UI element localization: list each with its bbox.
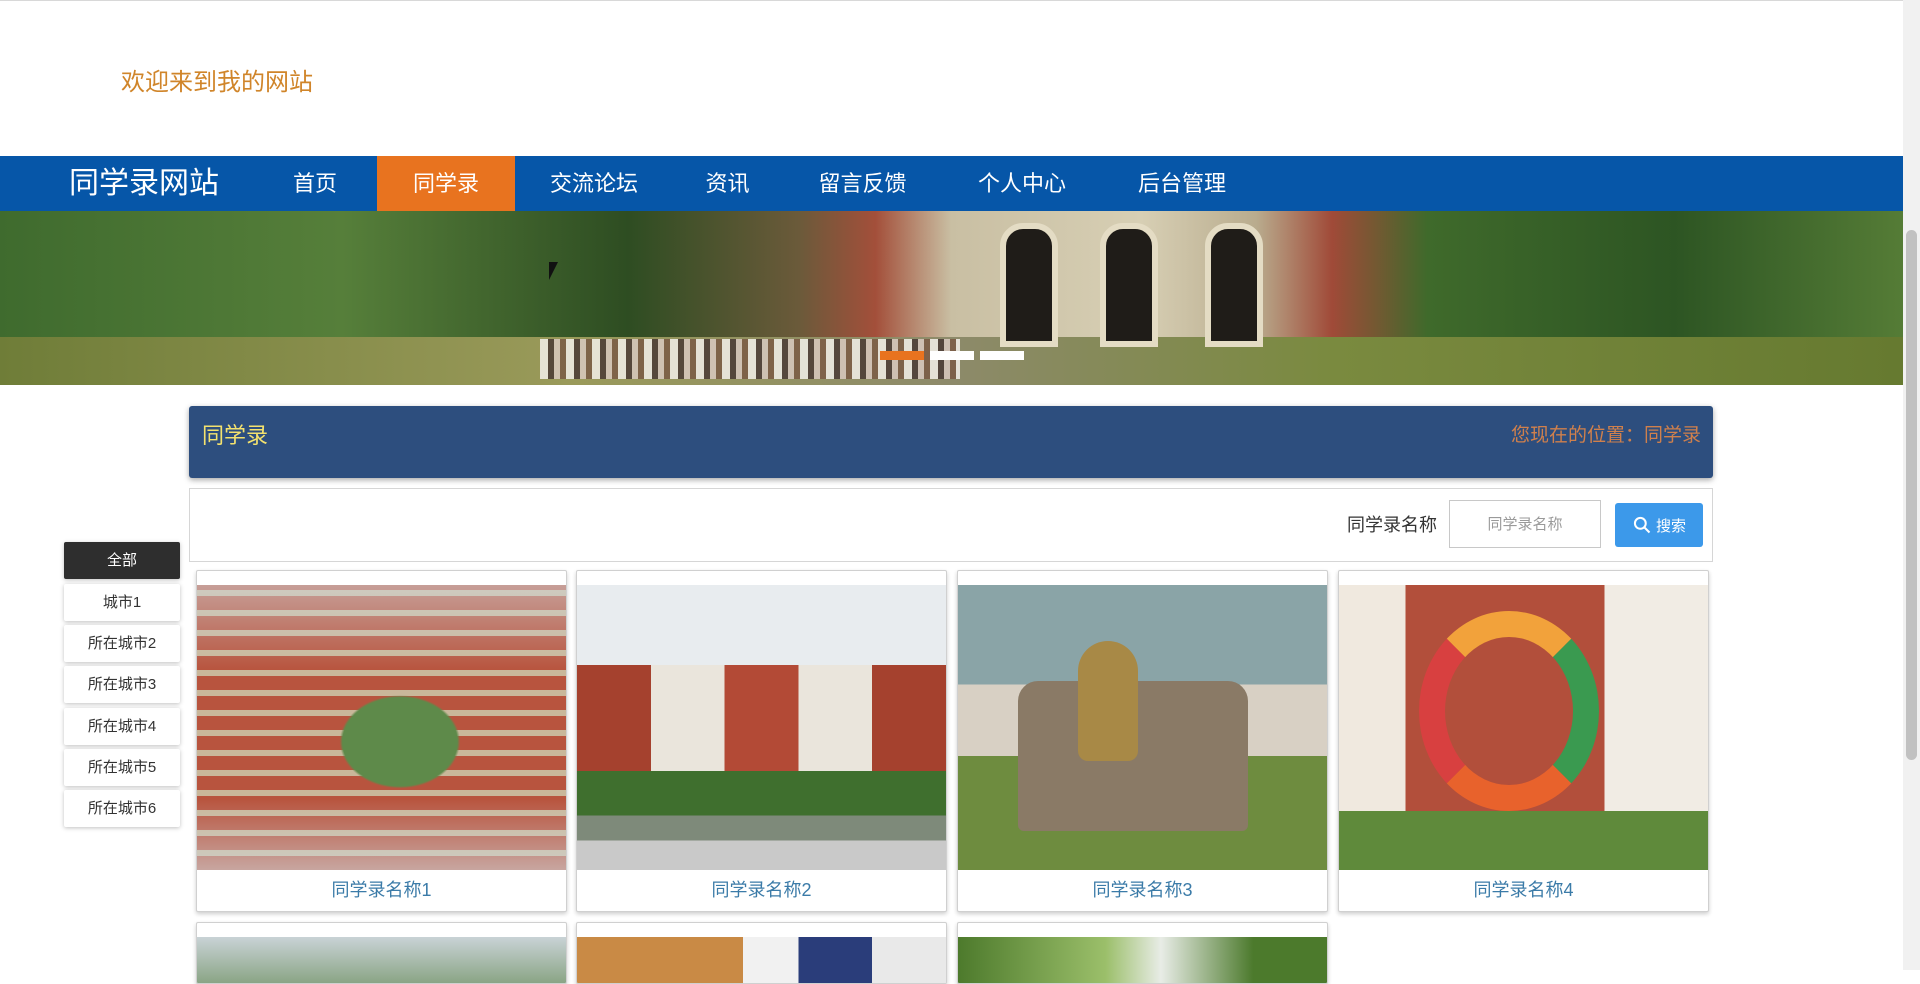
filter-city-4[interactable]: 所在城市4 (64, 708, 180, 745)
search-panel: 同学录名称 搜索 (189, 488, 1713, 562)
site-brand[interactable]: 同学录网站 (69, 156, 219, 211)
search-button[interactable]: 搜索 (1615, 503, 1703, 547)
banner-carousel[interactable] (0, 211, 1903, 385)
carousel-dot-1[interactable] (880, 351, 924, 360)
nav-item-feedback[interactable]: 留言反馈 (805, 156, 920, 211)
search-input[interactable] (1449, 500, 1601, 548)
filter-all[interactable]: 全部 (64, 542, 180, 579)
card-image-haze (197, 585, 566, 870)
mouse-cursor-icon (549, 262, 558, 280)
card-image (958, 937, 1327, 983)
carousel-dot-3[interactable] (980, 351, 1024, 360)
classmate-card[interactable]: 同学录名称1 (196, 570, 567, 912)
card-image-sculpture (1419, 611, 1599, 811)
filter-city-1[interactable]: 城市1 (64, 584, 180, 621)
scrollbar-thumb[interactable] (1906, 230, 1917, 760)
card-image (197, 937, 566, 983)
nav-item-forum[interactable]: 交流论坛 (535, 156, 653, 211)
banner-arch (1000, 223, 1058, 347)
nav-item-classmates[interactable]: 同学录 (377, 156, 515, 211)
nav-item-admin[interactable]: 后台管理 (1123, 156, 1241, 211)
main-nav: 同学录网站 首页 同学录 交流论坛 资讯 留言反馈 个人中心 后台管理 (0, 156, 1903, 211)
nav-item-home[interactable]: 首页 (270, 156, 360, 211)
page-title: 同学录 (202, 423, 269, 448)
card-image-figure (1078, 641, 1138, 761)
card-image-ground (577, 771, 946, 870)
classmate-card[interactable]: 同学录名称4 (1338, 570, 1709, 912)
classmate-card[interactable] (957, 922, 1328, 984)
top-border (0, 0, 1903, 1)
classmate-card[interactable]: 同学录名称2 (576, 570, 947, 912)
section-title-bar: 同学录 您现在的位置：同学录 (189, 406, 1713, 478)
welcome-text: 欢迎来到我的网站 (121, 69, 313, 96)
breadcrumb: 您现在的位置：同学录 (1510, 425, 1701, 446)
card-title[interactable]: 同学录名称2 (577, 870, 946, 910)
classmate-card[interactable]: 同学录名称3 (957, 570, 1328, 912)
card-image (577, 937, 946, 983)
card-title[interactable]: 同学录名称1 (197, 870, 566, 910)
card-image-lawn (1339, 811, 1708, 870)
search-icon (1633, 516, 1651, 534)
banner-arch (1205, 223, 1263, 347)
nav-item-news[interactable]: 资讯 (680, 156, 775, 211)
filter-city-6[interactable]: 所在城市6 (64, 790, 180, 827)
classmate-card[interactable] (196, 922, 567, 984)
banner-arch (1100, 223, 1158, 347)
carousel-dot-2[interactable] (930, 351, 974, 360)
nav-item-profile[interactable]: 个人中心 (963, 156, 1081, 211)
card-title[interactable]: 同学录名称3 (958, 870, 1327, 910)
filter-city-2[interactable]: 所在城市2 (64, 625, 180, 662)
search-button-label: 搜索 (1655, 517, 1686, 535)
classmate-card[interactable] (576, 922, 947, 984)
filter-city-3[interactable]: 所在城市3 (64, 666, 180, 703)
filter-city-5[interactable]: 所在城市5 (64, 749, 180, 786)
card-title[interactable]: 同学录名称4 (1339, 870, 1708, 910)
search-label: 同学录名称 (1347, 515, 1437, 535)
